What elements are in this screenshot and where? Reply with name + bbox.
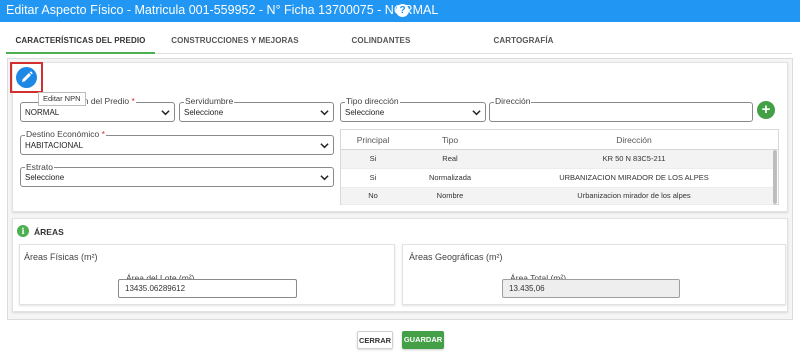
area-total-value: 13.435,06 — [509, 284, 545, 293]
tab-bar: CARACTERÍSTICAS DEL PREDIO CONSTRUCCIONE… — [6, 30, 792, 54]
direcciones-table: Principal Tipo Dirección Si Real KR 50 N… — [340, 129, 779, 205]
cell-principal: Si — [369, 154, 377, 163]
tipo-direccion-label: Tipo dirección — [345, 96, 400, 106]
add-direccion-button[interactable]: + — [757, 101, 775, 119]
cell-direccion: URBANIZACION MIRADOR DE LOS ALPES — [559, 173, 709, 182]
cell-tipo: Normalizada — [428, 173, 472, 182]
estrato-label: Estrato — [25, 162, 54, 172]
chevron-down-icon — [320, 110, 329, 116]
estrato-select[interactable]: Seleccione — [20, 167, 334, 187]
info-icon: i — [17, 225, 29, 237]
table-scrollbar[interactable] — [773, 150, 777, 204]
areas-fisicas-title: Áreas Físicas (m²) — [24, 252, 98, 262]
table-header: Principal Tipo Dirección — [341, 130, 778, 150]
header-principal: Principal — [356, 135, 390, 145]
cell-principal: No — [368, 191, 378, 200]
pencil-icon — [22, 71, 33, 82]
edit-npn-button[interactable] — [16, 67, 37, 88]
guardar-button[interactable]: GUARDAR — [402, 331, 444, 349]
header-tipo: Tipo — [441, 135, 459, 145]
tab-construcciones-mejoras[interactable]: CONSTRUCCIONES Y MEJORAS — [159, 30, 311, 54]
header-direccion: Dirección — [616, 135, 652, 145]
chevron-down-icon — [161, 110, 170, 116]
chevron-down-icon — [472, 110, 481, 116]
destino-economico-value: HABITACIONAL — [25, 141, 84, 150]
direccion-label: Dirección — [494, 96, 532, 106]
table-row[interactable]: Si Real KR 50 N 83C5-211 — [341, 150, 773, 169]
areas-geograficas-title: Áreas Geográficas (m²) — [409, 252, 503, 262]
area-lote-value: 13435.06289612 — [125, 284, 186, 293]
plus-icon: + — [761, 101, 771, 118]
tab-cartografia[interactable]: CARTOGRAFÍA — [456, 30, 591, 54]
condicion-predio-value: NORMAL — [25, 108, 60, 117]
cell-direccion: KR 50 N 83C5-211 — [602, 154, 666, 163]
tab-caracteristicas-predio[interactable]: CARACTERÍSTICAS DEL PREDIO — [6, 30, 155, 54]
dialog-title: Editar Aspecto Físico - Matricula 001-55… — [6, 3, 439, 17]
tab-colindantes[interactable]: COLINDANTES — [316, 30, 446, 54]
chevron-down-icon — [320, 143, 329, 149]
servidumbre-value: Seleccione — [184, 108, 224, 117]
areas-section-title: ÁREAS — [34, 227, 64, 237]
servidumbre-label: Servidumbre — [184, 96, 235, 106]
table-row[interactable]: No Nombre Urbanizacion mirador de los al… — [341, 188, 773, 205]
destino-economico-label: Destino Económico * — [25, 129, 106, 139]
condicion-predio-label: ón del Predio * — [78, 96, 136, 106]
estrato-value: Seleccione — [25, 173, 65, 182]
area-total-input: 13.435,06 — [502, 279, 680, 298]
dialog-title-bar: Editar Aspecto Físico - Matricula 001-55… — [0, 0, 800, 22]
table-row[interactable]: Si Normalizada URBANIZACION MIRADOR DE L… — [341, 169, 773, 188]
cell-direccion: Urbanizacion mirador de los alpes — [577, 191, 691, 200]
area-lote-input[interactable]: 13435.06289612 — [118, 279, 297, 298]
cell-tipo: Real — [442, 154, 458, 163]
cell-principal: Si — [369, 173, 377, 182]
cerrar-button[interactable]: CERRAR — [357, 331, 393, 349]
edit-npn-tooltip: Editar NPN — [38, 92, 86, 106]
cell-tipo: Nombre — [436, 191, 464, 200]
question-circle-icon[interactable]: ? — [396, 4, 409, 17]
chevron-down-icon — [320, 175, 329, 181]
tipo-direccion-value: Seleccione — [345, 108, 385, 117]
